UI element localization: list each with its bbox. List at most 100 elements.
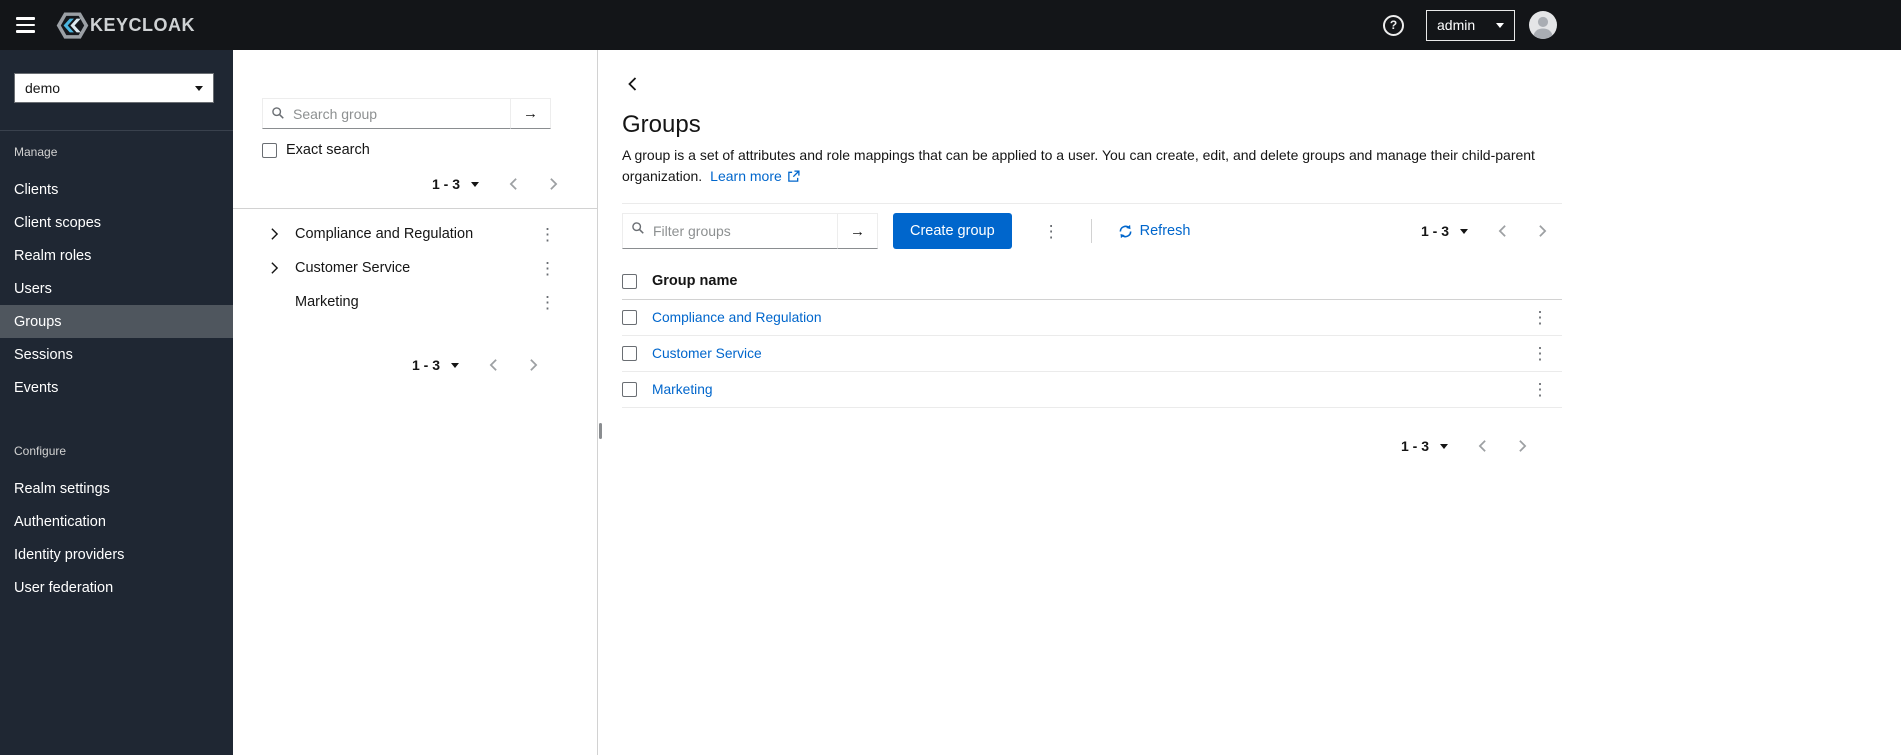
previous-page-button[interactable] xyxy=(473,354,513,376)
tree-pagination-bottom: 1 - 3 xyxy=(262,353,553,377)
previous-page-button[interactable] xyxy=(493,173,533,195)
row-checkbox[interactable] xyxy=(622,310,637,325)
help-icon[interactable]: ? xyxy=(1383,14,1404,36)
select-all-checkbox[interactable] xyxy=(622,273,637,289)
filter-submit-button[interactable]: → xyxy=(838,213,878,249)
sidebar-item-clients[interactable]: Clients xyxy=(0,173,233,206)
sidebar-item-user-federation[interactable]: User federation xyxy=(0,571,233,604)
group-search-submit-button[interactable]: → xyxy=(511,98,551,129)
filter-groups-input[interactable] xyxy=(622,213,838,249)
group-name-cell: Compliance and Regulation xyxy=(652,310,1518,326)
pagination-menu-toggle[interactable]: 1 - 3 xyxy=(1401,438,1448,454)
search-icon xyxy=(271,106,285,125)
nav-toggle-button[interactable] xyxy=(0,0,50,50)
page-title: Groups xyxy=(622,111,701,138)
pagination-menu-toggle[interactable]: 1 - 3 xyxy=(1421,223,1468,239)
pagination-range: 1 - 3 xyxy=(1420,223,1449,239)
realm-selector-value: demo xyxy=(25,80,61,96)
group-link[interactable]: Customer Service xyxy=(652,346,762,361)
row-select-cell xyxy=(622,310,652,325)
expand-chevron-icon[interactable] xyxy=(262,256,286,280)
user-menu-dropdown[interactable]: admin xyxy=(1426,9,1515,41)
nav-section-label: Configure xyxy=(14,444,67,458)
pagination-menu-toggle[interactable]: 1 - 3 xyxy=(412,357,459,373)
nav-list: Realm settings Authentication Identity p… xyxy=(0,472,233,604)
group-link[interactable]: Compliance and Regulation xyxy=(652,310,822,325)
group-search-box xyxy=(262,98,511,129)
sidebar-item-sessions[interactable]: Sessions xyxy=(0,338,233,371)
avatar[interactable] xyxy=(1529,11,1557,39)
kebab-menu-icon[interactable]: ⋮ xyxy=(532,256,563,281)
tree-search-row: → xyxy=(233,98,597,129)
tree-item: Marketing ⋮ xyxy=(233,285,597,319)
previous-page-button[interactable] xyxy=(1462,435,1502,457)
tree-item-label[interactable]: Marketing xyxy=(295,294,532,310)
pagination-nav xyxy=(493,173,573,195)
table-row: Marketing ⋮ xyxy=(622,372,1562,408)
sidebar-item-users[interactable]: Users xyxy=(0,272,233,305)
groups-table: Group name Compliance and Regulation ⋮ C… xyxy=(622,263,1562,408)
next-page-button[interactable] xyxy=(513,354,553,376)
tree-item-label[interactable]: Customer Service xyxy=(295,260,532,276)
tree-item: Compliance and Regulation ⋮ xyxy=(233,217,597,251)
help-glyph: ? xyxy=(1389,18,1398,32)
kebab-menu-icon[interactable]: ⋮ xyxy=(1525,377,1556,402)
drag-grip-icon xyxy=(599,423,602,439)
refresh-button[interactable]: Refresh xyxy=(1118,223,1190,239)
learn-more-label: Learn more xyxy=(710,168,782,184)
expand-chevron-icon[interactable] xyxy=(262,222,286,246)
next-page-button[interactable] xyxy=(1522,220,1562,242)
panel-resize-handle[interactable] xyxy=(597,50,602,755)
kebab-menu-icon[interactable]: ⋮ xyxy=(532,290,563,315)
row-checkbox[interactable] xyxy=(622,382,637,397)
group-tree-list: Compliance and Regulation ⋮ Customer Ser… xyxy=(233,209,597,319)
chevron-down-icon xyxy=(1460,228,1468,234)
tree-item-label[interactable]: Compliance and Regulation xyxy=(295,226,532,242)
exact-search-label: Exact search xyxy=(286,142,370,158)
keycloak-logo-icon xyxy=(56,9,89,42)
user-menu-label: admin xyxy=(1437,17,1476,33)
search-icon xyxy=(631,221,645,240)
group-link[interactable]: Marketing xyxy=(652,382,713,397)
exact-search-checkbox[interactable] xyxy=(262,142,277,158)
next-page-button[interactable] xyxy=(1502,435,1542,457)
nav-section-configure: Configure Realm settings Authentication … xyxy=(0,430,233,604)
sidebar-item-client-scopes[interactable]: Client scopes xyxy=(0,206,233,239)
next-page-button[interactable] xyxy=(533,173,573,195)
previous-page-button[interactable] xyxy=(1482,220,1522,242)
pagination-nav xyxy=(1482,220,1562,242)
row-checkbox[interactable] xyxy=(622,346,637,361)
sidebar-item-realm-roles[interactable]: Realm roles xyxy=(0,239,233,272)
create-group-button[interactable]: Create group xyxy=(893,213,1012,249)
sidebar-item-realm-settings[interactable]: Realm settings xyxy=(0,472,233,505)
chevron-down-icon xyxy=(451,362,459,368)
toolbar-kebab-menu-icon[interactable]: ⋮ xyxy=(1036,219,1067,244)
kebab-menu-icon[interactable]: ⋮ xyxy=(1525,341,1556,366)
sidebar-item-identity-providers[interactable]: Identity providers xyxy=(0,538,233,571)
row-actions-cell: ⋮ xyxy=(1518,305,1562,330)
chevron-down-icon xyxy=(471,181,479,187)
exact-search-option[interactable]: Exact search xyxy=(262,142,567,158)
kebab-menu-icon[interactable]: ⋮ xyxy=(532,222,563,247)
sidebar-item-events[interactable]: Events xyxy=(0,371,233,404)
page-description: A group is a set of attributes and role … xyxy=(622,145,1542,187)
realm-selector[interactable]: demo xyxy=(14,73,214,103)
group-search-input[interactable] xyxy=(262,98,511,129)
page-body: demo Manage Clients Client scopes Realm … xyxy=(0,50,1901,755)
nav-section-manage: Manage Clients Client scopes Realm roles… xyxy=(0,131,233,404)
collapse-panel-button[interactable] xyxy=(622,74,643,94)
sidebar-item-groups[interactable]: Groups xyxy=(0,305,233,338)
groups-toolbar: → Create group ⋮ Refresh xyxy=(622,213,1562,249)
kebab-menu-icon[interactable]: ⋮ xyxy=(1525,305,1556,330)
user-avatar-icon xyxy=(1533,16,1553,39)
sidebar: demo Manage Clients Client scopes Realm … xyxy=(0,50,233,755)
masthead: KEYCLOAK ? admin xyxy=(0,0,1901,50)
learn-more-link[interactable]: Learn more xyxy=(710,166,800,187)
chevron-down-icon xyxy=(1440,443,1448,449)
section-divider xyxy=(622,203,1562,204)
pagination-menu-toggle[interactable]: 1 - 3 xyxy=(432,176,479,192)
external-link-icon xyxy=(787,170,800,182)
sidebar-item-authentication[interactable]: Authentication xyxy=(0,505,233,538)
chevron-down-icon xyxy=(195,85,203,91)
arrow-right-icon: → xyxy=(850,222,865,240)
